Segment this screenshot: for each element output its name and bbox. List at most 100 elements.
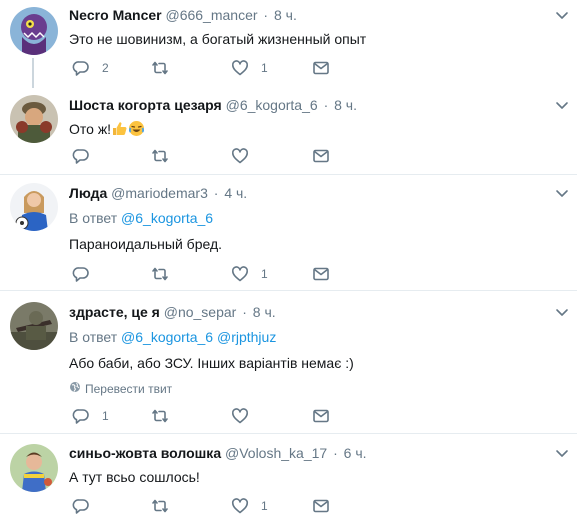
replying-to-user-link[interactable]: @6_kogorta_6 — [121, 329, 213, 345]
like-count: 1 — [261, 499, 268, 513]
retweet-button[interactable] — [150, 496, 182, 516]
direct-message-button[interactable] — [312, 264, 330, 284]
envelope-icon — [312, 497, 330, 515]
tweet-necro-mancer[interactable]: Necro Mancer @666_mancer · 8 ч. Это не ш… — [0, 0, 577, 88]
reply-count: 1 — [102, 409, 109, 423]
direct-message-button[interactable] — [312, 58, 330, 78]
username[interactable]: @no_separ — [164, 304, 237, 320]
tweet-header: здрасте, це я @no_separ · 8 ч. — [69, 303, 553, 321]
tweet-text: Параноидальный бред. — [69, 236, 223, 252]
display-name[interactable]: здрасте, це я — [69, 304, 160, 320]
avatar[interactable] — [10, 95, 58, 143]
tweet-actions: 2 1 — [69, 58, 339, 78]
like-button[interactable]: 1 — [231, 264, 268, 284]
retweet-button[interactable] — [150, 406, 182, 426]
replying-to-label: В ответ — [69, 329, 118, 345]
chevron-down-icon[interactable] — [555, 186, 569, 200]
reply-icon — [72, 147, 90, 165]
replying-to-user-link[interactable]: @rjpthjuz — [217, 329, 276, 345]
chevron-down-icon[interactable] — [555, 98, 569, 112]
tweet-text: Это не шовинизм, а богатый жизненный опы… — [69, 31, 367, 47]
tweet-actions — [69, 146, 339, 166]
timestamp[interactable]: 4 ч. — [224, 185, 247, 201]
reply-count: 2 — [102, 61, 109, 75]
heart-icon — [231, 265, 249, 283]
display-name[interactable]: Шоста когорта цезаря — [69, 97, 222, 113]
globe-icon — [69, 381, 81, 397]
avatar[interactable] — [10, 7, 58, 55]
timestamp[interactable]: 8 ч. — [274, 7, 297, 23]
avatar[interactable] — [10, 302, 58, 350]
avatar[interactable] — [10, 183, 58, 231]
separator-dot: · — [323, 97, 329, 113]
tweet-header: Necro Mancer @666_mancer · 8 ч. — [69, 6, 553, 24]
timestamp[interactable]: 8 ч. — [334, 97, 357, 113]
reply-button[interactable]: 2 — [72, 58, 109, 78]
tweet-text: А тут всьо сошлось! — [69, 469, 200, 485]
replying-to-label: В ответ — [69, 210, 118, 226]
like-button[interactable]: 1 — [231, 496, 268, 516]
envelope-icon — [312, 147, 330, 165]
tweet-zdraste-tse-ya[interactable]: здрасте, це я @no_separ · 8 ч. В ответ @… — [0, 291, 577, 434]
like-button[interactable]: 1 — [231, 58, 268, 78]
reply-button[interactable] — [72, 146, 102, 166]
replying-to: В ответ @6_kogorta_6 @rjpthjuz — [69, 328, 553, 346]
envelope-icon — [312, 265, 330, 283]
retweet-icon — [150, 497, 170, 515]
like-button[interactable] — [231, 146, 261, 166]
tweet-header: синьо-жовта волошка @Volosh_ka_17 · 6 ч. — [69, 444, 553, 462]
display-name[interactable]: Люда — [69, 185, 107, 201]
envelope-icon — [312, 59, 330, 77]
retweet-icon — [150, 59, 170, 77]
tweet-shosta-kogorta[interactable]: Шоста когорта цезаря @6_kogorta_6 · 8 ч.… — [0, 88, 577, 175]
tweet-actions: 1 — [69, 406, 339, 426]
envelope-icon — [312, 407, 330, 425]
reply-button[interactable] — [72, 264, 102, 284]
chevron-down-icon[interactable] — [555, 305, 569, 319]
reply-icon — [72, 59, 90, 77]
retweet-button[interactable] — [150, 264, 182, 284]
tweet-text: Або баби, або ЗСУ. Інших варіантів немає… — [69, 355, 354, 371]
separator-dot: · — [333, 445, 338, 461]
direct-message-button[interactable] — [312, 406, 330, 426]
tweet-lyuda[interactable]: Люда @mariodemar3 · 4 ч. В ответ @6_kogo… — [0, 175, 577, 291]
thread-line — [32, 58, 34, 88]
reply-icon — [72, 265, 90, 283]
like-button[interactable] — [231, 406, 261, 426]
reply-button[interactable] — [72, 496, 102, 516]
direct-message-button[interactable] — [312, 146, 330, 166]
retweet-button[interactable] — [150, 58, 182, 78]
chevron-down-icon[interactable] — [555, 8, 569, 22]
reply-icon — [72, 497, 90, 515]
tweet-text: Ото ж! — [69, 120, 553, 141]
translate-tweet-link[interactable]: Перевести твит — [69, 381, 553, 397]
retweet-icon — [150, 407, 170, 425]
retweet-button[interactable] — [150, 146, 182, 166]
heart-icon — [231, 147, 249, 165]
retweet-icon — [150, 147, 170, 165]
username[interactable]: @666_mancer — [165, 7, 257, 23]
display-name[interactable]: синьо-жовта волошка — [69, 445, 221, 461]
username[interactable]: @mariodemar3 — [111, 185, 208, 201]
thumbs-up-emoji-icon — [111, 120, 128, 141]
replying-to-user-link[interactable]: @6_kogorta_6 — [121, 210, 213, 226]
heart-icon — [231, 407, 249, 425]
display-name[interactable]: Necro Mancer — [69, 7, 162, 23]
tweet-synyo-zhovta-voloshka[interactable]: синьо-жовта волошка @Volosh_ka_17 · 6 ч.… — [0, 434, 577, 524]
separator-dot: · — [263, 7, 269, 23]
reply-button[interactable]: 1 — [72, 406, 109, 426]
tweet-actions: 1 — [69, 496, 339, 516]
username[interactable]: @Volosh_ka_17 — [225, 445, 327, 461]
like-count: 1 — [261, 61, 268, 75]
avatar[interactable] — [10, 444, 58, 492]
replying-to: В ответ @6_kogorta_6 — [69, 209, 553, 227]
tweet-header: Шоста когорта цезаря @6_kogorta_6 · 8 ч. — [69, 96, 553, 114]
retweet-icon — [150, 265, 170, 283]
chevron-down-icon[interactable] — [555, 446, 569, 460]
timestamp[interactable]: 8 ч. — [253, 304, 276, 320]
tweet-text-content: Ото ж! — [69, 121, 112, 137]
direct-message-button[interactable] — [312, 496, 330, 516]
timestamp[interactable]: 6 ч. — [344, 445, 367, 461]
heart-icon — [231, 497, 249, 515]
username[interactable]: @6_kogorta_6 — [226, 97, 318, 113]
